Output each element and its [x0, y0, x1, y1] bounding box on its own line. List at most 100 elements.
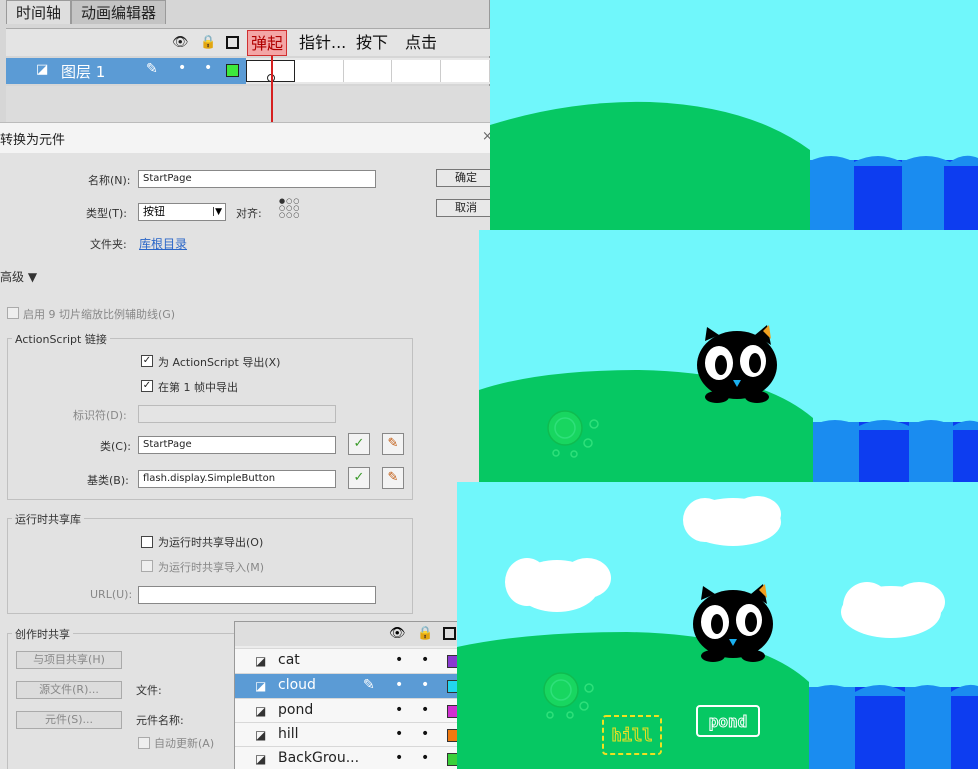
registration-grid-icon[interactable]: ●○○ ○○○ ○○○: [279, 198, 300, 219]
frame-cell[interactable]: [441, 60, 490, 82]
source-file-button[interactable]: 源文件(R)...: [16, 681, 122, 699]
timeline-layer-row[interactable]: ◪ 图层 1 ✎ • •: [6, 58, 490, 84]
authoring-sharing-title: 创作时共享: [12, 626, 73, 642]
layer-color-swatch[interactable]: [226, 64, 239, 77]
file-label: 文件:: [136, 684, 162, 697]
layer-row-background[interactable]: ◪ BackGrou... • •: [235, 746, 461, 769]
name-label: 名称(N):: [88, 174, 131, 187]
lock-dot[interactable]: •: [421, 652, 429, 668]
dialog-title: 转换为元件: [0, 133, 66, 148]
scene-complete: hill pond: [457, 482, 978, 769]
layer-icon: ◪: [255, 704, 267, 718]
layer-name[interactable]: BackGrou...: [278, 750, 359, 766]
export-as-label: 为 ActionScript 导出(X): [158, 356, 281, 369]
timeline-header: 👁 🔒 弹起 指针... 按下 点击: [6, 28, 490, 56]
edit-base-pencil-icon[interactable]: ✎: [382, 467, 404, 489]
type-label: 类型(T):: [86, 207, 128, 220]
base-class-field[interactable]: flash.display.SimpleButton: [138, 470, 336, 488]
layer-selection[interactable]: ◪ 图层 1 ✎ • •: [6, 58, 246, 84]
slice9-checkbox[interactable]: [7, 307, 19, 319]
scene-background: [490, 0, 978, 230]
runtime-export-checkbox[interactable]: [141, 536, 153, 548]
layer-page-icon: ◪: [36, 62, 49, 77]
layer-icon: ◪: [255, 654, 267, 668]
frame-cell[interactable]: [294, 60, 344, 82]
identifier-field[interactable]: [138, 405, 336, 423]
cloud-top: [683, 496, 781, 546]
visible-dot[interactable]: •: [395, 750, 403, 766]
visible-dot[interactable]: •: [395, 677, 403, 693]
layers-panel: 👁 🔒 ◪ cat • • ◪ cloud ✎ • • ◪ pond • • ◪…: [234, 621, 461, 769]
layer-name[interactable]: cat: [278, 652, 300, 668]
lock-icon[interactable]: 🔒: [417, 626, 433, 641]
water: [807, 684, 978, 769]
lock-dot[interactable]: •: [421, 726, 429, 742]
scene-with-cat: [479, 230, 978, 482]
ok-button[interactable]: 确定: [436, 169, 496, 187]
slice9-label: 启用 9 切片缩放比例辅助线(G): [23, 308, 176, 321]
export-as-checkbox[interactable]: ✓: [141, 355, 153, 367]
lock-dot[interactable]: •: [421, 677, 429, 693]
visible-dot[interactable]: •: [395, 702, 403, 718]
actionscript-linkage-title: ActionScript 链接: [12, 331, 110, 347]
water: [811, 420, 978, 482]
tab-timeline[interactable]: 时间轴: [6, 0, 72, 24]
frame-cells[interactable]: [246, 60, 490, 82]
validate-class-check-icon[interactable]: ✓: [348, 433, 370, 455]
url-field[interactable]: [138, 586, 376, 604]
scene-cat-art: [479, 230, 978, 482]
layer-name[interactable]: pond: [278, 702, 313, 718]
frame-cell[interactable]: [392, 60, 442, 82]
frame-label-over[interactable]: 指针...: [296, 30, 349, 56]
type-select[interactable]: 按钮 |▼: [138, 203, 226, 221]
frame-label-down[interactable]: 按下: [353, 30, 391, 56]
runtime-import-checkbox[interactable]: [141, 560, 153, 572]
auto-update-checkbox[interactable]: [138, 737, 150, 749]
layers-panel-header: 👁 🔒: [235, 622, 461, 646]
frame-cell[interactable]: [343, 60, 393, 82]
auto-update-label: 自动更新(A): [154, 737, 215, 750]
export-frame1-checkbox[interactable]: ✓: [141, 380, 153, 392]
url-label: URL(U):: [90, 588, 133, 601]
frame-label-up[interactable]: 弹起: [247, 30, 288, 56]
lock-dot[interactable]: •: [421, 750, 429, 766]
class-field[interactable]: StartPage: [138, 436, 336, 454]
align-label: 对齐:: [236, 207, 262, 220]
pencil-icon: ✎: [363, 677, 375, 693]
base-class-label: 基类(B):: [87, 474, 129, 487]
lock-dot[interactable]: •: [421, 702, 429, 718]
frame-label-hit[interactable]: 点击: [402, 30, 440, 56]
edit-class-pencil-icon[interactable]: ✎: [382, 433, 404, 455]
advanced-toggle[interactable]: 高级 ▼: [0, 268, 37, 285]
name-field[interactable]: StartPage: [138, 170, 376, 188]
class-label: 类(C):: [100, 440, 131, 453]
visible-dot[interactable]: •: [395, 726, 403, 742]
lock-icon[interactable]: 🔒: [200, 35, 216, 50]
library-root-link[interactable]: 库根目录: [139, 235, 187, 252]
eye-icon[interactable]: 👁: [172, 35, 189, 50]
outline-icon[interactable]: [226, 36, 239, 49]
layer-row-cloud[interactable]: ◪ cloud ✎ • •: [235, 673, 461, 698]
symbol-button[interactable]: 元件(S)...: [16, 711, 122, 729]
visible-dot[interactable]: •: [178, 60, 186, 76]
validate-base-check-icon[interactable]: ✓: [348, 467, 370, 489]
runtime-sharing-title: 运行时共享库: [12, 511, 84, 527]
outline-icon[interactable]: [443, 627, 456, 640]
visible-dot[interactable]: •: [395, 652, 403, 668]
share-project-button[interactable]: 与项目共享(H): [16, 651, 122, 669]
eye-icon[interactable]: 👁: [389, 626, 406, 641]
playhead[interactable]: [271, 56, 273, 122]
cancel-button[interactable]: 取消: [436, 199, 496, 217]
layer-row-cat[interactable]: ◪ cat • •: [235, 648, 461, 673]
lock-dot[interactable]: •: [204, 60, 212, 76]
tab-motion-editor[interactable]: 动画编辑器: [71, 0, 167, 24]
layer-row-pond[interactable]: ◪ pond • •: [235, 698, 461, 723]
layer-name[interactable]: hill: [278, 726, 299, 742]
layer-name[interactable]: 图层 1: [61, 61, 105, 82]
pond-sign-text: pond: [709, 712, 748, 731]
layer-icon: ◪: [255, 728, 267, 742]
layer-name[interactable]: cloud: [278, 677, 316, 693]
layer-row-hill[interactable]: ◪ hill • •: [235, 722, 461, 747]
dialog-titlebar: 转换为元件 ×: [0, 123, 493, 153]
layer-icon: ◪: [255, 752, 267, 766]
